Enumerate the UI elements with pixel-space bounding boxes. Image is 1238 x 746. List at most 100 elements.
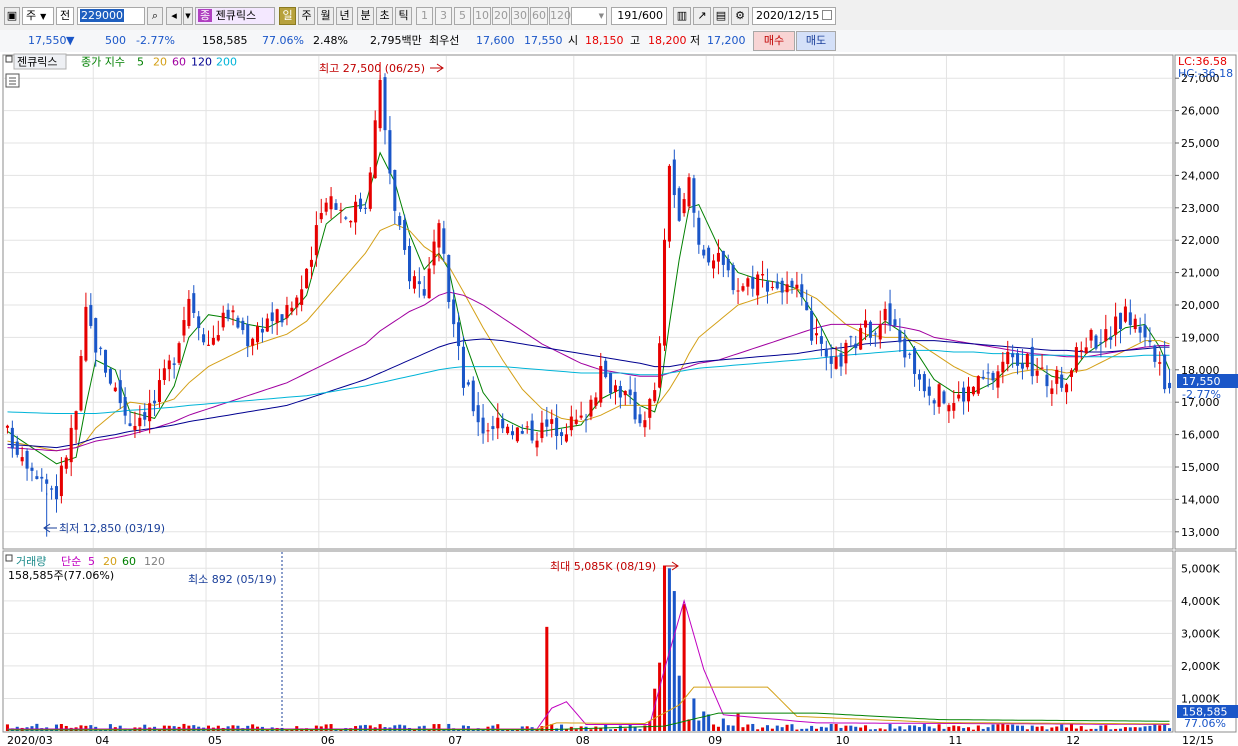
volume-bar (893, 728, 897, 731)
market-select[interactable]: 주 ▼ (22, 7, 54, 25)
volume-bar (662, 565, 667, 731)
x-tick-label: 05 (208, 734, 222, 746)
candle-body (761, 274, 765, 276)
candle-body (1163, 354, 1167, 390)
candle-body (829, 356, 833, 364)
volume-bar (873, 729, 877, 731)
period-tab-day[interactable]: 일 (279, 7, 296, 25)
candle-body (805, 302, 809, 311)
volume-bar (814, 728, 819, 731)
candle-body (476, 405, 480, 423)
candle-body (1084, 347, 1088, 354)
candle-body (716, 252, 720, 262)
ma-legend-120: 120 (191, 56, 212, 69)
candle-body (457, 322, 461, 347)
candle-body (854, 343, 858, 349)
stock-name-field[interactable]: 종 젠큐릭스 (195, 7, 275, 25)
x-tick-label: 07 (448, 734, 462, 746)
volume-bar (1094, 728, 1098, 731)
candle-body (540, 422, 544, 439)
candle-body (354, 201, 358, 223)
volume-bar (672, 591, 676, 731)
date-input[interactable]: 2020/12/15 (752, 7, 836, 25)
volume-bar (731, 725, 735, 731)
toolbar: ▣ 주 ▼ 전 229000 ⌕ ◂ ▼ 종 젠큐릭스 일 주 월 년 분 초 틱… (0, 0, 1238, 31)
candle-body (10, 427, 14, 449)
candle-body (393, 170, 397, 211)
candle-body (721, 250, 725, 265)
calendar-icon[interactable] (822, 10, 833, 20)
candle-body (64, 457, 68, 469)
magnifier-icon[interactable]: ⌕ (147, 7, 163, 25)
interval-3[interactable]: 3 (435, 7, 452, 25)
candle-body (819, 336, 823, 344)
candle-body (256, 326, 260, 343)
interval-1[interactable]: 1 (416, 7, 433, 25)
period-tab-year[interactable]: 년 (336, 7, 353, 25)
candle-body (839, 353, 843, 367)
buy-button[interactable]: 매수 (753, 31, 795, 51)
candle-body (908, 353, 912, 355)
period-tab-minute[interactable]: 분 (357, 7, 374, 25)
speaker-menu-icon[interactable]: ▼ (183, 7, 193, 25)
interval-10[interactable]: 10 (473, 7, 491, 25)
candle-body (167, 360, 171, 370)
compare-button[interactable]: 전 (56, 7, 74, 25)
drawing-tool-icon[interactable]: ↗ (693, 7, 711, 25)
period-tab-tick[interactable]: 틱 (395, 7, 412, 25)
volume-bar (726, 725, 730, 731)
sell-button[interactable]: 매도 (796, 31, 836, 51)
candle-body (192, 293, 196, 313)
candle-body (868, 321, 872, 338)
candle-body (687, 177, 691, 207)
period-tab-week[interactable]: 주 (298, 7, 315, 25)
candle-body (1011, 353, 1015, 358)
candle-body (344, 217, 348, 219)
candle-body (226, 309, 230, 319)
volume-bar (1065, 727, 1069, 731)
custom-interval-input[interactable]: ▼ (571, 7, 607, 25)
candle-body (873, 333, 877, 335)
price-tick-label: 24,000 (1181, 169, 1220, 182)
period-tab-second[interactable]: 초 (376, 7, 393, 25)
save-icon[interactable]: ▤ (713, 7, 729, 25)
volume-bar (785, 724, 789, 731)
x-tick-label: 12/15 (1182, 734, 1214, 746)
interval-20[interactable]: 20 (492, 7, 510, 25)
layout-icon[interactable]: ▣ (4, 7, 20, 25)
volume-bar (878, 728, 882, 731)
candle-body (1094, 335, 1098, 349)
gear-icon[interactable]: ⚙ (731, 7, 749, 25)
stock-badge: 종 (198, 9, 213, 22)
count-value: 191 (617, 9, 639, 22)
stock-code-input[interactable]: 229000 (77, 7, 145, 25)
candle-body (153, 400, 157, 404)
candle-body (849, 336, 853, 338)
stock-chart[interactable]: 13,00014,00015,00016,00017,00018,00019,0… (0, 52, 1238, 746)
volume-bar (937, 724, 941, 731)
candle-body (751, 277, 755, 289)
volume-bar (1001, 724, 1005, 731)
candle-body (290, 307, 294, 312)
candle-body (1035, 370, 1039, 376)
volume-bar (721, 718, 725, 731)
interval-60[interactable]: 60 (530, 7, 548, 25)
count-input[interactable]: 191/600 (611, 7, 667, 25)
volume-bar (1109, 729, 1113, 731)
period-tab-month[interactable]: 월 (317, 7, 334, 25)
candle-body (628, 389, 632, 396)
chevron-down-icon: ▼ (40, 12, 47, 21)
date-value: 2020/12/15 (756, 9, 820, 22)
candle-body (20, 457, 24, 462)
interval-5[interactable]: 5 (454, 7, 471, 25)
candle-body (1060, 374, 1064, 388)
candle-body (461, 346, 465, 388)
x-tick-label: 06 (321, 734, 335, 746)
speaker-icon[interactable]: ◂ (166, 7, 182, 25)
interval-120[interactable]: 120 (549, 7, 571, 25)
candle-type-icon[interactable]: ▥ (673, 7, 691, 25)
interval-30[interactable]: 30 (511, 7, 529, 25)
candle-body (1143, 325, 1147, 338)
min-volume-note: 최소 892 (05/19) (188, 573, 277, 586)
candle-body (795, 284, 799, 289)
